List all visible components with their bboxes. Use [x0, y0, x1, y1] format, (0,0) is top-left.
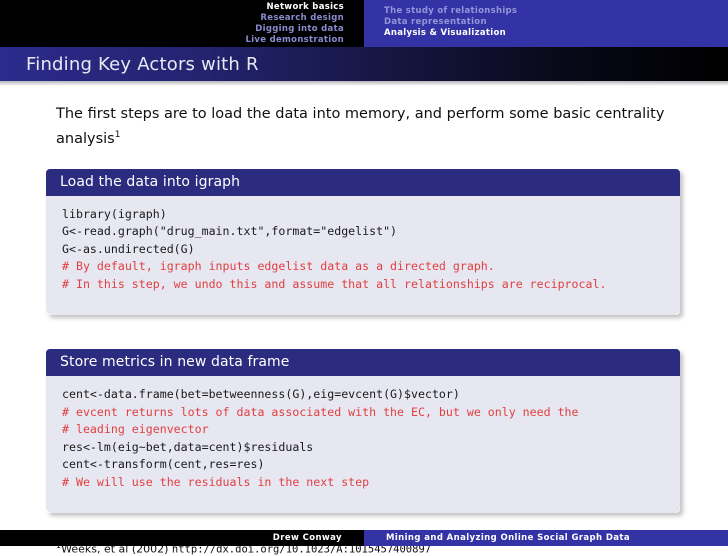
intro-footnote-marker: 1 [114, 130, 121, 140]
code-line-comment: # In this step, we undo this and assume … [62, 276, 607, 291]
code-line: cent<-data.frame(bet=betweenness(G),eig=… [62, 387, 460, 402]
nav-item-network-basics[interactable]: Network basics [266, 2, 364, 13]
code-line-comment: # evcent returns lots of data associated… [62, 404, 579, 419]
nav-item-digging-into-data[interactable]: Digging into data [255, 24, 364, 35]
code-block-title: Load the data into igraph [46, 168, 680, 196]
code-line: G<-as.undirected(G) [62, 241, 195, 256]
nav-item-live-demonstration[interactable]: Live demonstration [245, 35, 364, 46]
code-block-store-metrics: Store metrics in new data frame cent<-da… [46, 349, 680, 514]
footer-bar: Drew Conway Mining and Analyzing Online … [0, 530, 728, 546]
code-line: res<-lm(eig~bet,data=cent)$residuals [62, 439, 314, 454]
code-block-title: Store metrics in new data frame [46, 349, 680, 377]
code-line: G<-read.graph("drug_main.txt",format="ed… [62, 224, 398, 239]
nav-item-data-representation[interactable]: Data representation [384, 17, 487, 28]
code-line-comment: # leading eigenvector [62, 422, 209, 437]
code-line: cent<-transform(cent,res=res) [62, 457, 265, 472]
code-block-body: cent<-data.frame(bet=betweenness(G),eig=… [46, 376, 680, 514]
header-navigation-bar: Network basics Research design Digging i… [0, 0, 728, 47]
slide-title-bar: Finding Key Actors with R [0, 47, 728, 81]
code-block-body: library(igraph) G<-read.graph("drug_main… [46, 195, 680, 316]
nav-item-analysis-visualization[interactable]: Analysis & Visualization [384, 28, 506, 39]
header-nav-section-right: The study of relationships Data represen… [364, 0, 728, 47]
intro-text: The first steps are to load the data int… [56, 106, 665, 147]
footer-author-name: Drew Conway [272, 533, 342, 543]
nav-item-study-of-relationships[interactable]: The study of relationships [384, 6, 517, 17]
code-line-comment: # We will use the residuals in the next … [62, 474, 370, 489]
code-line-comment: # By default, igraph inputs edgelist dat… [62, 259, 495, 274]
code-line: library(igraph) [62, 206, 167, 221]
page-title: Finding Key Actors with R [26, 53, 259, 75]
header-nav-section-left: Network basics Research design Digging i… [0, 0, 364, 47]
slide-content: The first steps are to load the data int… [0, 86, 728, 556]
footer-talk-title: Mining and Analyzing Online Social Graph… [386, 533, 631, 543]
footer-section-author: Drew Conway [0, 530, 364, 546]
footer-section-title: Mining and Analyzing Online Social Graph… [364, 530, 728, 546]
code-block-load-data: Load the data into igraph library(igraph… [46, 168, 680, 316]
intro-paragraph: The first steps are to load the data int… [56, 104, 670, 150]
nav-item-research-design[interactable]: Research design [260, 13, 364, 24]
